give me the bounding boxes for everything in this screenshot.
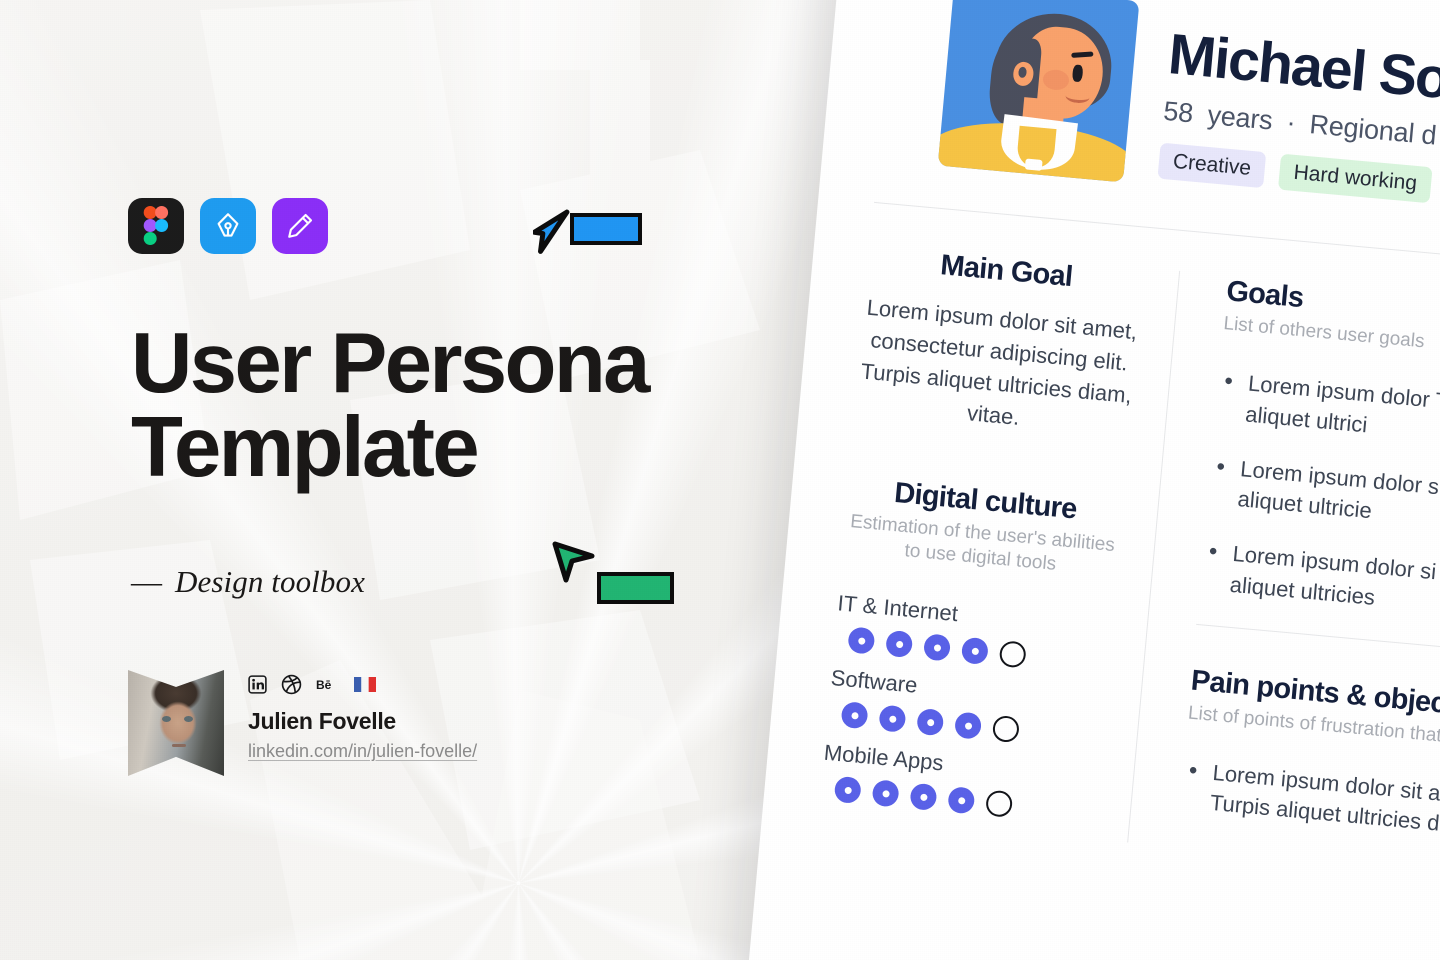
persona-age: 58 — [1162, 95, 1195, 129]
persona-tags: Creative Hard working — [1157, 142, 1440, 204]
social-links: Bē — [248, 674, 477, 695]
photo-button — [1025, 158, 1043, 172]
rating-dot-filled[interactable] — [947, 786, 976, 815]
rating-dot-filled[interactable] — [953, 711, 983, 741]
dribbble-icon[interactable] — [281, 674, 302, 695]
cursor-blue — [531, 206, 642, 265]
persona-left-column: Main Goal Lorem ipsum dolor sit amet, co… — [818, 243, 1179, 843]
pen-tool-icon[interactable] — [200, 198, 256, 254]
rating-dot-empty[interactable] — [984, 790, 1014, 819]
rating-dot-filled[interactable] — [840, 701, 869, 730]
rating-dot-filled[interactable] — [878, 704, 907, 734]
rating-dot-filled[interactable] — [847, 626, 876, 656]
skills-list: IT & Internet Software Mobile Apps — [820, 591, 1114, 826]
avatar-eye-left — [162, 716, 171, 722]
author-avatar — [128, 670, 224, 776]
pain-points-section: Pain points & objecti List of points of … — [1179, 664, 1440, 846]
rating-dot-filled[interactable] — [833, 776, 862, 805]
behance-icon[interactable]: Bē — [316, 677, 340, 693]
tool-icons-row — [128, 198, 328, 254]
figma-icon[interactable] — [128, 198, 184, 254]
author-name: Julien Fovelle — [248, 708, 396, 734]
persona-age-unit: years — [1206, 99, 1274, 136]
goals-section: Goals List of others user goals Lorem ip… — [1199, 275, 1440, 627]
linkedin-icon[interactable] — [248, 675, 267, 694]
page-subtitle: — Design toolbox — [131, 564, 365, 600]
rating-dot-empty[interactable] — [991, 715, 1021, 744]
list-item: Lorem ipsum dolor s Turpis aliquet ultri… — [1206, 451, 1440, 542]
pain-points-list: Lorem ipsum dolor sit am Turpis aliquet … — [1179, 755, 1440, 846]
rating-dot-empty[interactable] — [998, 640, 1027, 669]
main-goal-section: Main Goal Lorem ipsum dolor sit amet, co… — [854, 243, 1145, 444]
goals-divider — [1196, 623, 1440, 655]
pencil-icon[interactable] — [272, 198, 328, 254]
cursor-green — [552, 540, 674, 604]
persona-header: Michael So 58 years · Regional d Creativ… — [878, 0, 1440, 222]
persona-card: Michael So 58 years · Regional d Creativ… — [743, 0, 1440, 960]
page-title: User Persona Template — [131, 316, 650, 496]
digital-culture-section: Digital culture Estimation of the user's… — [820, 472, 1125, 826]
status-badge-hard-working: Hard working — [1278, 153, 1433, 204]
rating-dot-filled[interactable] — [885, 630, 914, 659]
skill-row: Software — [826, 665, 1106, 751]
list-item: Lorem ipsum dolor Turpis aliquet ultrici — [1214, 366, 1440, 457]
persona-photo — [937, 0, 1140, 183]
skill-row: Mobile Apps — [820, 740, 1100, 826]
rating-dot-filled[interactable] — [871, 779, 900, 808]
persona-meta-separator: · — [1285, 107, 1297, 138]
author-block: Bē Julien Fovelle linkedin.com/in/julien… — [128, 670, 477, 776]
list-item: Lorem ipsum dolor si Turpis aliquet ultr… — [1199, 536, 1440, 627]
main-goal-body: Lorem ipsum dolor sit amet, consectetur … — [859, 294, 1139, 430]
persona-role: Regional d — [1308, 109, 1438, 151]
avatar-eye-right — [184, 716, 193, 722]
goals-list: Lorem ipsum dolor Turpis aliquet ultrici… — [1199, 366, 1440, 628]
skill-row: IT & Internet — [833, 591, 1113, 677]
svg-text:Bē: Bē — [316, 678, 332, 692]
rating-dot-filled[interactable] — [909, 783, 938, 812]
persona-name: Michael So — [1165, 22, 1440, 112]
cursor-label-blue — [570, 213, 642, 245]
cover-panel: User Persona Template — Design toolbox B… — [0, 0, 760, 960]
persona-body: Main Goal Lorem ipsum dolor sit amet, co… — [818, 243, 1440, 878]
main-goal-title: Main Goal — [939, 249, 1074, 294]
avatar-mouth — [172, 744, 186, 747]
persona-right-column: Goals List of others user goals Lorem ip… — [1127, 270, 1440, 878]
author-link[interactable]: linkedin.com/in/julien-fovelle/ — [248, 741, 477, 762]
status-badge-creative: Creative — [1157, 142, 1267, 189]
rating-dot-filled[interactable] — [922, 633, 952, 662]
list-item: Lorem ipsum dolor sit am Turpis aliquet … — [1179, 755, 1440, 846]
cursor-label-green — [597, 572, 674, 604]
rating-dot-filled[interactable] — [916, 708, 945, 737]
subtitle-text: Design toolbox — [175, 564, 365, 599]
subtitle-dash: — — [131, 564, 162, 599]
rating-dot-filled[interactable] — [960, 637, 989, 666]
france-flag-icon — [354, 677, 376, 692]
